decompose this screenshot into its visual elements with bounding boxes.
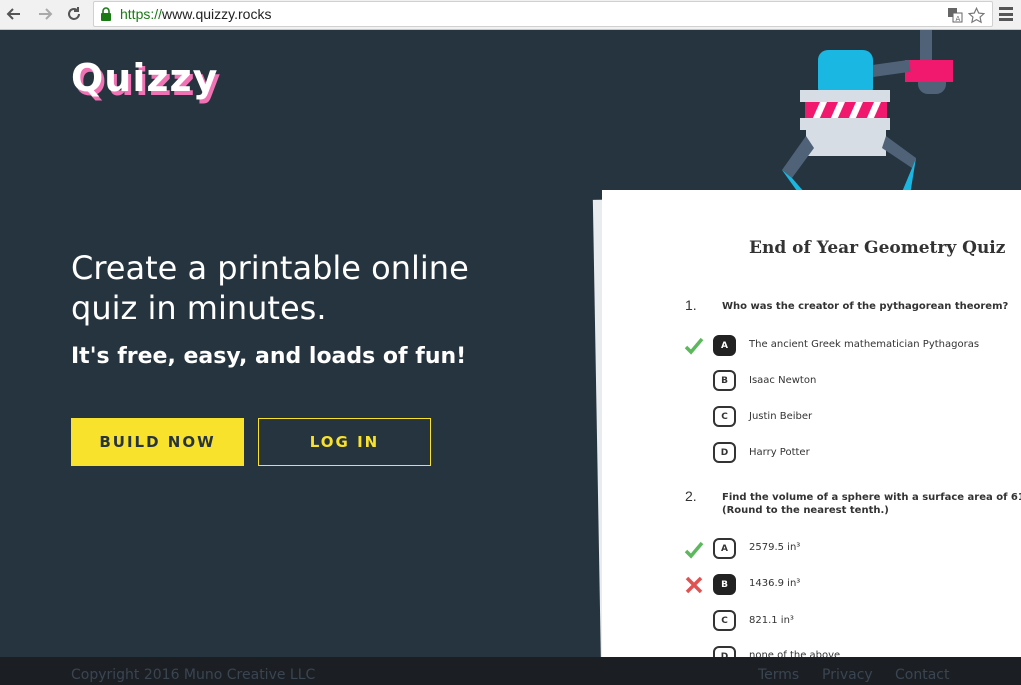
star-icon [967,6,985,23]
lock-icon [101,7,111,21]
cross-mark-icon [685,576,703,594]
back-button[interactable] [3,3,25,25]
url-host: www.quizzy.rocks [162,6,272,22]
hamburger-icon-line [999,18,1013,21]
browser-menu-button[interactable] [997,4,1015,24]
option-text: 821.1 in³ [749,615,794,626]
question-text: Find the volume of a sphere with a surfa… [722,492,1021,503]
check-mark-icon [684,337,704,355]
option-letter: D [713,442,736,463]
option-letter: A [713,335,736,356]
arrow-left-icon [6,8,20,20]
url-scheme: https:// [120,6,163,22]
hero-subhead: It's free, easy, and loads of fun! [71,344,467,369]
hamburger-icon-line [999,12,1013,16]
option-letter: A [713,538,736,559]
translate-icon: A [948,8,963,23]
url-text: https://www.quizzy.rocks [120,6,271,22]
question-text-note: (Round to the nearest tenth.) [722,505,889,516]
browser-toolbar: https://www.quizzy.rocks A [0,0,1021,30]
site-footer: Copyright 2016 Muno Creative LLC Terms P… [0,657,1021,685]
question-number: 1. [685,297,697,313]
option-text: 1436.9 in³ [749,578,801,589]
option-text: Harry Potter [749,447,810,458]
question-number: 2. [685,488,697,504]
footer-link-privacy[interactable]: Privacy [822,667,873,683]
option-letter: C [713,406,736,427]
option-text: Justin Beiber [749,411,813,422]
reload-button[interactable] [63,3,85,25]
option-text: Isaac Newton [749,375,817,386]
option-letter: B [713,370,736,391]
hero-headline: Create a printable online quiz in minute… [71,249,469,327]
forward-button[interactable] [34,3,56,25]
quiz-preview-paper: End of Year Geometry Quiz 1. Who was the… [602,190,1021,670]
log-in-button[interactable]: LOG IN [258,418,431,466]
arrow-right-icon [39,8,53,20]
translate-button[interactable]: A [946,6,964,24]
svg-text:A: A [956,15,961,23]
option-text: 2579.5 in³ [749,542,801,553]
question-text: Who was the creator of the pythagorean t… [722,301,1009,312]
build-now-button[interactable]: BUILD NOW [71,418,244,466]
option-letter: B [713,574,736,595]
reload-icon [68,7,80,20]
option-letter: C [713,610,736,631]
footer-link-contact[interactable]: Contact [895,667,949,683]
option-text: The ancient Greek mathematician Pythagor… [749,339,980,350]
check-mark-icon [684,541,704,559]
quiz-title: End of Year Geometry Quiz [749,238,1006,258]
address-bar[interactable]: https://www.quizzy.rocks A [93,1,993,27]
bookmark-button[interactable] [967,6,985,24]
quizzy-logo[interactable]: Quizzy [71,56,218,100]
hamburger-icon-line [999,7,1013,10]
copyright-text: Copyright 2016 Muno Creative LLC [71,667,316,683]
footer-link-terms[interactable]: Terms [758,667,799,683]
